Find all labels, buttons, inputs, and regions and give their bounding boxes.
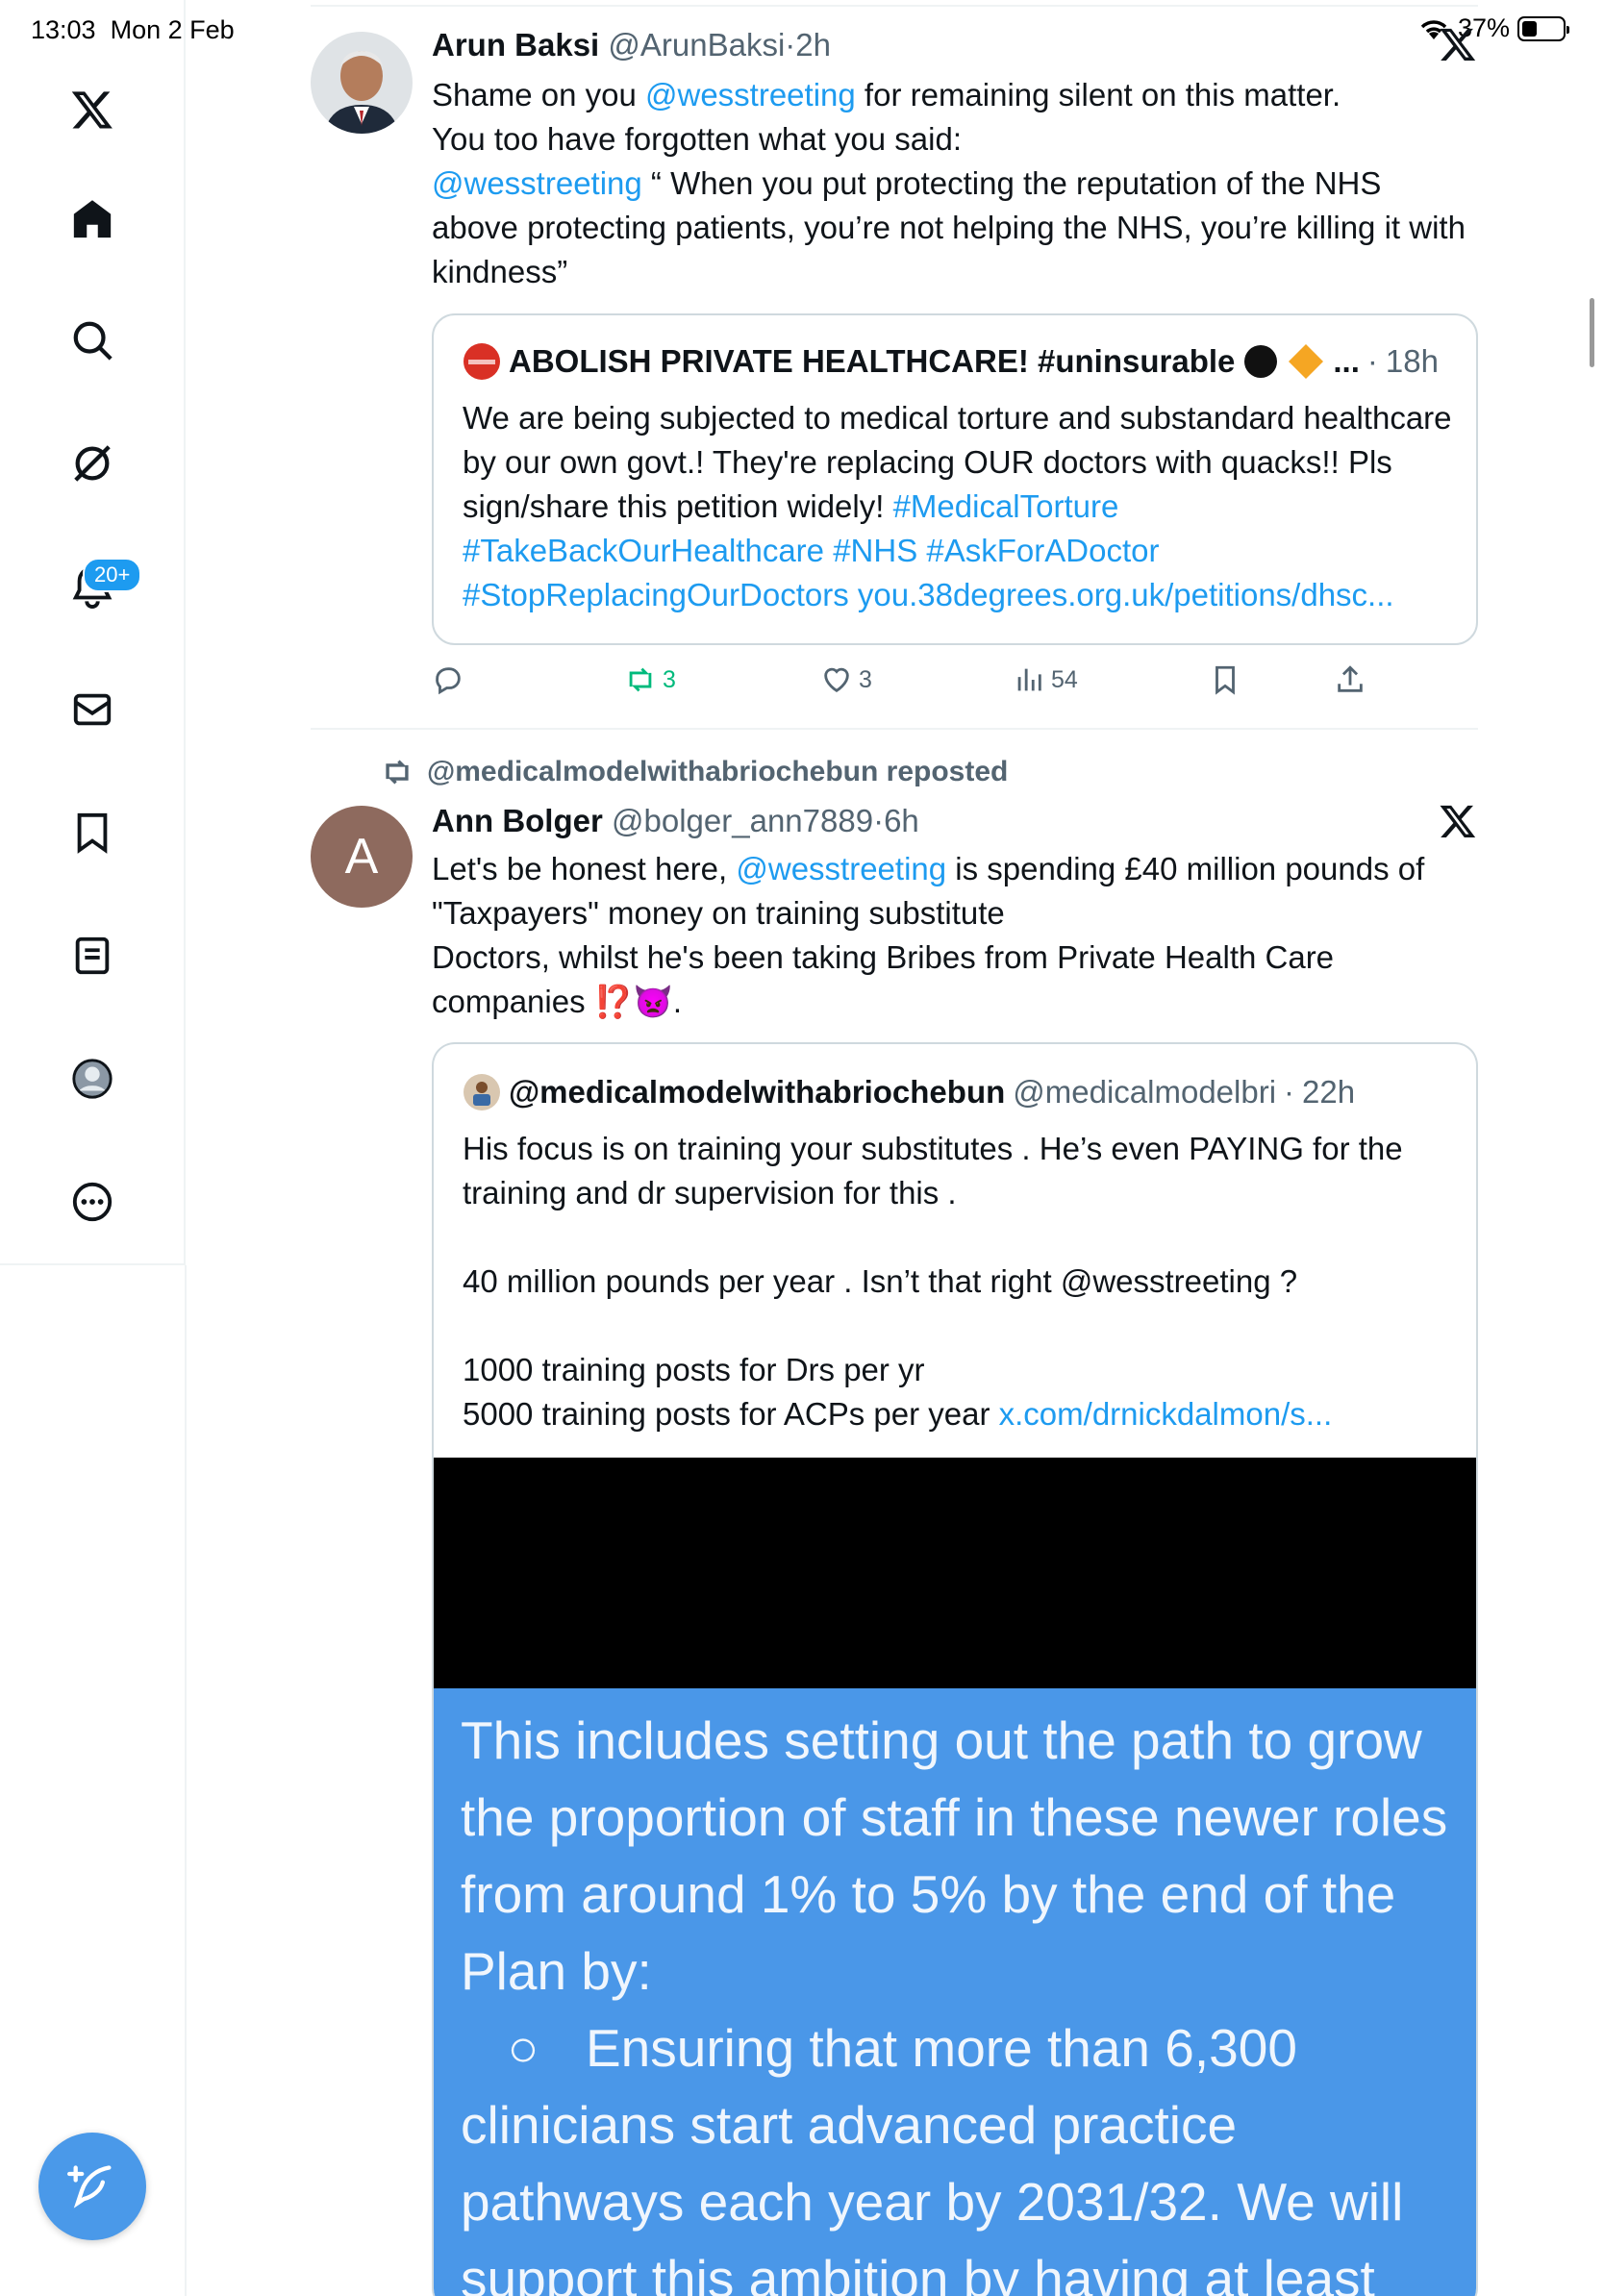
author-name[interactable]: Arun Baksi	[432, 27, 599, 62]
quote-author-handle: @medicalmodelbri	[1013, 1074, 1277, 1110]
quote-time: 22h	[1302, 1074, 1356, 1110]
quote-paragraph: His focus is on training your substitute…	[463, 1131, 1403, 1210]
media-image-top[interactable]	[434, 1458, 1476, 1688]
quote-time: 18h	[1385, 343, 1439, 379]
scrollbar[interactable]	[1590, 298, 1594, 367]
x-logo-icon[interactable]	[58, 75, 127, 144]
quote-avatar	[464, 1074, 500, 1111]
x-logo-icon	[1440, 28, 1476, 61]
repost-icon	[386, 760, 409, 785]
image-text-line: Ensuring that more than 6,300 clinicians…	[461, 2018, 1404, 2296]
media-image[interactable]: This includes setting out the path to gr…	[434, 1688, 1476, 2296]
quote-paragraph: 40 million pounds per year . Isn’t that …	[463, 1263, 1298, 1299]
image-bullet: ○	[507, 2018, 539, 2078]
tweet-actions: 3 3 54	[432, 663, 1374, 706]
avatar[interactable]: A	[311, 806, 413, 908]
home-icon[interactable]	[58, 185, 127, 254]
reply-button[interactable]	[432, 663, 464, 696]
grok-icon[interactable]	[58, 429, 127, 498]
repost-banner-text: @medicalmodelwithabriochebun reposted	[427, 756, 1009, 787]
compose-icon	[67, 2165, 112, 2209]
share-button[interactable]	[1334, 663, 1366, 696]
quote-header: @medicalmodelwithabriochebun @medicalmod…	[463, 1073, 1355, 1111]
quote-author-name: ABOLISH PRIVATE HEALTHCARE! #uninsurable	[509, 343, 1236, 379]
heart-icon	[824, 667, 849, 693]
compose-button[interactable]	[38, 2133, 146, 2240]
tweet-text: Let's be honest here, @wesstreeting is s…	[432, 847, 1470, 1024]
tweet-time[interactable]: 2h	[795, 27, 831, 62]
bookmarks-icon[interactable]	[58, 798, 127, 867]
black-circle-icon	[1244, 345, 1278, 378]
quote-avatar	[464, 343, 500, 380]
bookmark-icon	[1216, 665, 1235, 695]
text-fragment: Shame on you	[432, 77, 645, 112]
tweet-time[interactable]: 6h	[884, 803, 919, 838]
text-line: You too have forgotten what you said:	[432, 121, 963, 157]
quote-author-name: @medicalmodelwithabriochebun	[509, 1074, 1006, 1110]
feed-divider	[311, 5, 1478, 7]
author-name[interactable]: Ann Bolger	[432, 803, 603, 838]
views-icon	[1017, 668, 1041, 691]
repost-button[interactable]: 3	[624, 663, 676, 696]
like-count: 3	[859, 665, 872, 693]
x-logo-icon	[1440, 805, 1476, 837]
messages-icon[interactable]	[58, 675, 127, 744]
repost-count: 3	[663, 665, 676, 693]
sidebar-divider	[185, 1265, 187, 2296]
quote-text: His focus is on training your substitute…	[463, 1127, 1453, 1436]
views-count: 54	[1051, 665, 1078, 693]
feed-divider	[311, 728, 1478, 730]
quoted-tweet[interactable]: @medicalmodelwithabriochebun @medicalmod…	[432, 1042, 1478, 2296]
quote-paragraph: 1000 training posts for Drs per yr	[463, 1352, 925, 1387]
media-image-text: This includes setting out the path to gr…	[461, 1702, 1470, 2296]
separator: ·	[873, 803, 885, 838]
like-button[interactable]: 3	[820, 663, 872, 696]
battery-icon	[1517, 15, 1569, 41]
hashtag-link[interactable]: #MedicalTorture	[893, 488, 1119, 524]
text-fragment: 5000 training posts for ACPs per year	[463, 1396, 999, 1432]
mention-link[interactable]: @wesstreeting	[645, 77, 856, 112]
mention-link[interactable]: @wesstreeting	[736, 851, 946, 886]
notification-badge: 20+	[83, 558, 142, 592]
mention-link[interactable]: @wesstreeting	[432, 165, 642, 201]
quote-header: ABOLISH PRIVATE HEALTHCARE! #uninsurable…	[463, 342, 1439, 381]
separator: ·	[1366, 343, 1378, 379]
more-icon[interactable]	[58, 1167, 127, 1236]
separator: ·	[1284, 1074, 1295, 1110]
hashtag-link[interactable]: #TakeBackOurHealthcare #NHS #AskForADoct…	[463, 533, 1159, 568]
avatar[interactable]	[311, 32, 413, 134]
name-ellipsis: ...	[1333, 343, 1360, 379]
lists-icon[interactable]	[58, 921, 127, 990]
author-handle[interactable]: @bolger_ann7889	[612, 803, 873, 838]
repost-icon	[629, 667, 652, 692]
share-icon	[1338, 665, 1363, 692]
tweet-text: Shame on you @wesstreeting for remaining…	[432, 73, 1470, 294]
separator: ·	[785, 27, 796, 62]
text-line: Doctors, whilst he's been taking Bribes …	[432, 939, 1335, 975]
profile-icon[interactable]	[58, 1044, 127, 1113]
tweet-header: Ann Bolger @bolger_ann7889·6h	[432, 803, 919, 839]
url-link[interactable]: x.com/drnickdalmon/s...	[999, 1396, 1333, 1432]
text-fragment: Let's be honest here,	[432, 851, 737, 886]
quote-text: We are being subjected to medical tortur…	[463, 396, 1453, 617]
tweet-header: Arun Baksi @ArunBaksi·2h	[432, 27, 831, 63]
bookmark-button[interactable]	[1209, 663, 1241, 696]
quoted-tweet[interactable]: ABOLISH PRIVATE HEALTHCARE! #uninsurable…	[432, 313, 1478, 645]
image-text-line: This includes setting out the path to gr…	[461, 1710, 1448, 2001]
text-fragment: for remaining silent on this matter.	[855, 77, 1341, 112]
author-handle[interactable]: @ArunBaksi	[608, 27, 785, 62]
avatar-letter: A	[344, 829, 379, 885]
text-line: companies ⁉️👿.	[432, 984, 683, 1019]
views-button[interactable]: 54	[1013, 663, 1078, 696]
search-icon[interactable]	[58, 306, 127, 375]
hashtag-link[interactable]: #StopReplacingOurDoctors you.38degrees.o…	[463, 577, 1394, 612]
repost-banner[interactable]: @medicalmodelwithabriochebun reposted	[381, 756, 1008, 788]
reply-icon	[436, 667, 461, 695]
orange-diamond-icon	[1289, 344, 1324, 379]
